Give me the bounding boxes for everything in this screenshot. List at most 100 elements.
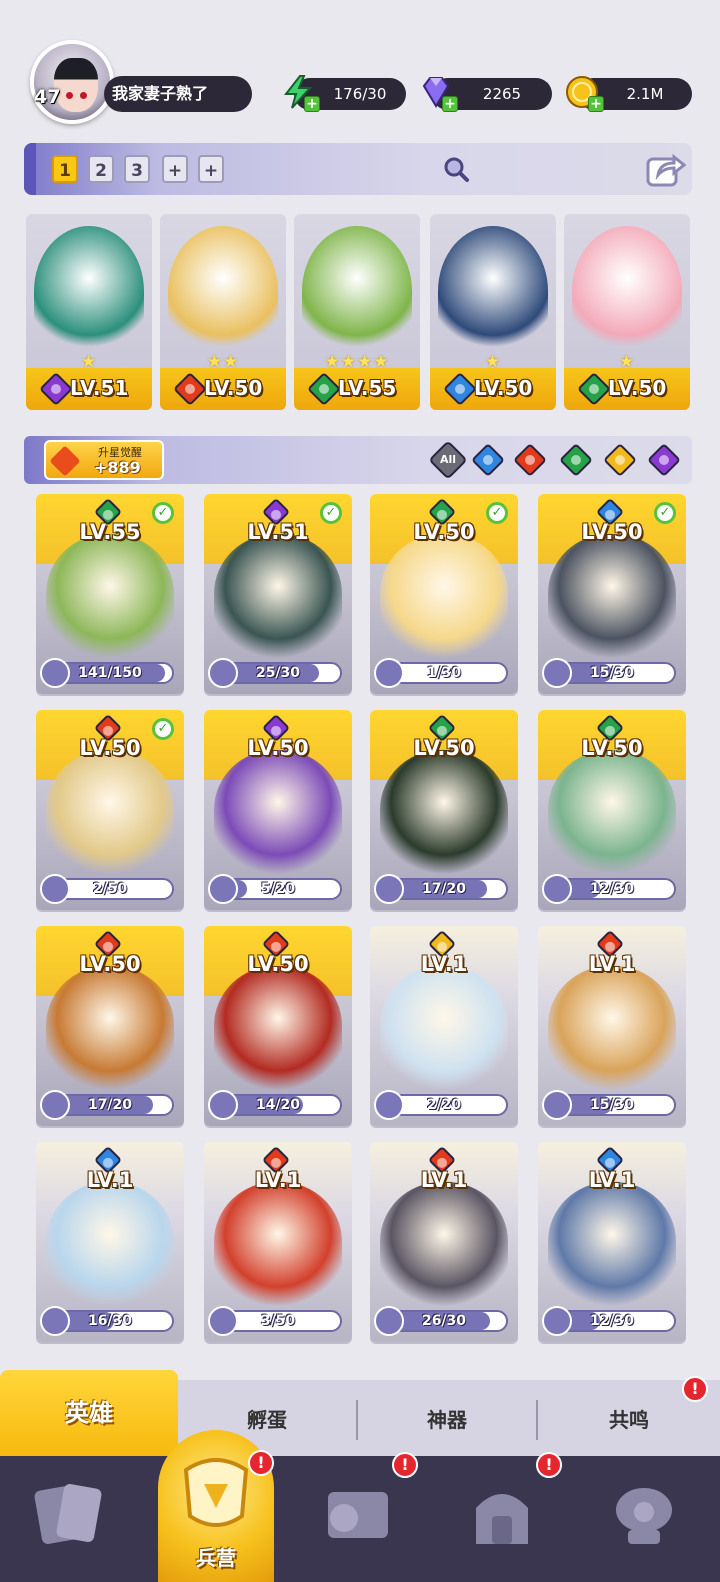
hero-level-bar: LV.51 <box>26 368 152 410</box>
hero-card[interactable]: LV.1 16/30 <box>36 1142 184 1342</box>
fragment-progress: 141/150 <box>40 658 174 688</box>
team-hero-card[interactable]: ★ LV.50 <box>430 214 556 410</box>
team-tab-2[interactable]: 2 <box>88 155 114 183</box>
dark-element-icon <box>39 372 73 406</box>
player-name[interactable]: 我家妻子熟了 <box>104 76 252 112</box>
hero-level: LV.1 <box>588 952 636 976</box>
hero-card[interactable]: LV.1 26/30 <box>370 1142 518 1342</box>
tab-heroes[interactable]: 英雄 <box>0 1370 178 1456</box>
team-hero-card[interactable]: ★★★★ LV.55 <box>294 214 420 410</box>
hero-card[interactable]: LV.1 2/20 <box>370 926 518 1126</box>
guild-icon[interactable] <box>604 1474 684 1554</box>
team-tab-1[interactable]: 1 <box>52 155 78 183</box>
shrine-icon[interactable] <box>462 1474 542 1554</box>
hero-level: LV.1 <box>86 1168 134 1192</box>
fragment-icon <box>542 1306 572 1336</box>
gem-value: 2265 <box>482 85 522 103</box>
fragment-icon <box>208 658 238 688</box>
gold-counter[interactable]: + 2.1M <box>566 76 692 112</box>
hero-card[interactable]: LV.50 ✓ 1/30 <box>370 494 518 694</box>
avatar-face <box>54 58 98 112</box>
hero-card[interactable]: LV.50 17/20 <box>370 710 518 910</box>
hero-card[interactable]: LV.50 12/30 <box>538 710 686 910</box>
gem-counter[interactable]: + 2265 <box>422 77 552 112</box>
hero-portrait <box>380 1182 508 1306</box>
hero-portrait <box>572 226 682 356</box>
map-scroll-icon[interactable] <box>318 1474 398 1554</box>
hero-card[interactable]: LV.50 ✓ 2/50 <box>36 710 184 910</box>
hero-card[interactable]: LV.50 14/20 <box>204 926 352 1126</box>
fragment-icon <box>208 1090 238 1120</box>
fragment-icon <box>542 874 572 904</box>
star-awaken-button[interactable]: 升星觉醒 +889 <box>44 440 164 480</box>
team-hero-card[interactable]: ★ LV.50 <box>564 214 690 410</box>
filter-dark-icon[interactable] <box>647 443 681 477</box>
filter-all-label: All <box>439 453 457 466</box>
team-hero-card[interactable]: ★ LV.51 <box>26 214 152 410</box>
hero-portrait <box>548 1182 676 1306</box>
share-icon[interactable] <box>646 151 686 187</box>
hero-card[interactable]: LV.51 ✓ 25/30 <box>204 494 352 694</box>
fragment-progress: 2/20 <box>374 1090 508 1120</box>
hero-level-bar: LV.50 <box>430 368 556 410</box>
wind-element-icon <box>307 372 341 406</box>
barracks-label: 兵营 <box>196 1546 236 1570</box>
hero-level: LV.50 <box>247 736 309 760</box>
search-icon[interactable] <box>442 155 470 183</box>
fragment-progress: 12/30 <box>542 1306 676 1336</box>
fragment-progress: 2/50 <box>40 874 174 904</box>
hero-card[interactable]: LV.1 3/50 <box>204 1142 352 1342</box>
fragment-icon <box>40 1306 70 1336</box>
cards-icon[interactable] <box>30 1474 110 1554</box>
water-element-icon <box>443 372 477 406</box>
hero-level: LV.50 <box>79 952 141 976</box>
team-hero-card[interactable]: ★★ LV.50 <box>160 214 286 410</box>
hero-level: LV.50 <box>413 736 475 760</box>
player-level: 47 <box>34 86 61 108</box>
tab-artifact[interactable]: 神器 <box>358 1380 536 1456</box>
filter-light-icon[interactable] <box>603 443 637 477</box>
filter-all-button[interactable]: All <box>428 440 468 480</box>
category-tabs: 英雄 孵蛋 神器 共鸣 ! <box>0 1370 720 1456</box>
gold-plus-icon[interactable]: + <box>588 96 604 112</box>
hero-level: LV.1 <box>588 1168 636 1192</box>
barracks-alert-badge: ! <box>248 1450 274 1476</box>
hero-portrait <box>302 226 412 356</box>
hero-filter-bar: 升星觉醒 +889 All <box>24 436 692 484</box>
hero-portrait <box>46 1182 174 1306</box>
hero-level: LV.55 <box>338 376 397 400</box>
wind-element-icon <box>577 372 611 406</box>
hero-card[interactable]: LV.50 ✓ 15/30 <box>538 494 686 694</box>
hero-level-bar: LV.50 <box>564 368 690 410</box>
fragment-icon <box>208 1306 238 1336</box>
team-tab-3[interactable]: 3 <box>124 155 150 183</box>
hero-card[interactable]: LV.50 5/20 <box>204 710 352 910</box>
add-team-button-2[interactable]: + <box>198 155 224 183</box>
fragment-progress: 17/20 <box>40 1090 174 1120</box>
add-team-button[interactable]: + <box>162 155 188 183</box>
bottom-nav: 兵营 ! ! ! <box>0 1430 720 1582</box>
checkmark-icon: ✓ <box>152 502 174 524</box>
fragment-progress: 25/30 <box>208 658 342 688</box>
team-bar-edge <box>24 143 36 195</box>
hero-card[interactable]: LV.1 15/30 <box>538 926 686 1126</box>
filter-wind-icon[interactable] <box>559 443 593 477</box>
fragment-progress: 12/30 <box>542 874 676 904</box>
hero-portrait <box>168 226 278 356</box>
hero-card[interactable]: LV.50 17/20 <box>36 926 184 1126</box>
hero-level: LV.50 <box>581 736 643 760</box>
fragment-icon <box>542 658 572 688</box>
fragment-progress: 1/30 <box>374 658 508 688</box>
hero-card[interactable]: LV.55 ✓ 141/150 <box>36 494 184 694</box>
hero-level: LV.50 <box>204 376 263 400</box>
gem-plus-icon[interactable]: + <box>442 96 458 112</box>
player-avatar[interactable] <box>30 40 114 124</box>
energy-counter[interactable]: + 176/30 <box>283 75 406 112</box>
resonance-alert-badge: ! <box>682 1376 708 1402</box>
energy-plus-icon[interactable]: + <box>304 96 320 112</box>
fragment-icon <box>40 658 70 688</box>
hero-portrait <box>380 966 508 1090</box>
filter-fire-icon[interactable] <box>513 443 547 477</box>
hero-card[interactable]: LV.1 12/30 <box>538 1142 686 1342</box>
filter-water-icon[interactable] <box>471 443 505 477</box>
